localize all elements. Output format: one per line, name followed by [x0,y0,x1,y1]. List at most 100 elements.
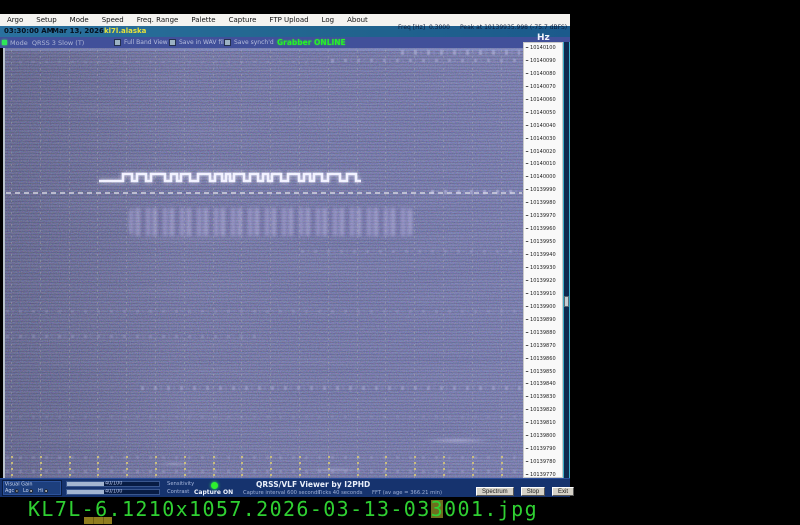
menu-item-ftp-upload[interactable]: FTP Upload [269,14,308,26]
visual-gain-panel: Visual Gain Agc Lo Hi [2,480,62,496]
freq-scale-label: 10139940 [525,251,556,258]
freq-scale-label: 10139870 [525,342,556,349]
stop-button[interactable]: Stop [520,487,546,496]
freq-scale-label: 10139920 [525,277,556,284]
contrast-slider[interactable]: 40/100 [66,489,160,495]
freq-scale-label: 10139790 [525,445,556,452]
freq-scale-label: 10139840 [525,381,556,387]
peak-readout: Peak at 10139935.998 (-75.7 dBFS) [460,24,568,31]
freq-scale-label: 10140020 [525,148,556,155]
freq-scale-label: 10139830 [525,394,556,400]
visual-gain-radio-group: Agc Lo Hi [3,488,61,494]
fft-info: FFT (av age = 366.21 min) [372,490,443,496]
bottom-control-bar: Visual Gain Agc Lo Hi 40/100 40/100 Sensit… [0,478,575,497]
radio-hi[interactable]: Hi [37,488,48,494]
fsk-cw-signal-trace [99,172,361,183]
checkbox-label: Save in WAV file [179,39,228,46]
freq-scale-label: 10140060 [525,96,556,103]
sensitivity-value: 40/100 [104,481,123,487]
status-bar: 03:30:00 AM Mar 13, 2026 kl7l.alaska Fre… [0,24,570,37]
station-id: kl7l.alaska [104,27,147,35]
spectrum-button[interactable]: Spectrum [476,487,514,496]
checkbox-box-icon [169,39,176,46]
clock-text: 03:30:00 AM [4,27,54,35]
capture-led-icon [211,482,218,489]
contrast-value: 40/100 [104,489,123,495]
frequency-scale: 10140100 10140090 10140080 10140070 10140060… [523,42,563,478]
freq-scale-label: 10139780 [525,458,556,465]
freq-scale-label: 10140070 [525,83,556,90]
sensitivity-slider-fill [67,482,104,486]
freq-scale-label: 10139770 [525,471,556,478]
checkbox-save-in-wav-file[interactable]: Save in WAV file [169,39,228,46]
checkbox-save-synch-d[interactable]: Save synch'd [224,39,274,46]
menu-item-palette[interactable]: Palette [191,14,215,26]
freq-scale-label: 10139850 [525,368,556,375]
capture-status: Capture ON [194,489,234,496]
exit-button[interactable]: Exit [552,487,575,496]
freq-scale-label: 10139860 [525,355,556,362]
radio-circle-icon [15,489,19,493]
freq-scale-label: 10139810 [525,419,556,426]
action-button-row: Spectrum Stop Exit [476,487,575,496]
scrollbar-thumb[interactable] [564,296,569,307]
freq-scale-label: 10139930 [525,264,556,271]
freq-scale-label: 10140080 [525,70,556,77]
freq-scale-label: 10140010 [525,161,556,167]
checkbox-full-band-view[interactable]: Full Band View [114,39,168,46]
freq-scale-label: 10140100 [525,44,556,51]
freq-scale-label: 10139950 [525,238,556,245]
menu-item-capture[interactable]: Capture [229,14,257,26]
ticks-info: Ticks 40 seconds [318,490,363,496]
capture-interval-info: Capture interval 600 seconds [243,490,321,496]
contrast-slider-fill [67,490,104,494]
freq-scale-label: 10139960 [525,225,556,232]
checkbox-label: Full Band View [124,39,168,46]
waterfall-display[interactable] [5,48,523,478]
freq-label: Freq [Hz] [398,24,426,31]
contrast-label: Contrast [167,489,190,495]
menu-item-argo[interactable]: Argo [7,14,23,26]
argo-app-window: Argo Setup Mode Speed Freq. Range Palette Capt… [0,0,800,525]
visual-gain-title: Visual Gain [4,481,33,488]
freq-scale-label: 10139880 [525,329,556,336]
checkbox-box-icon [224,39,231,46]
checkbox-box-icon [114,39,121,46]
radio-label: Agc [5,488,15,494]
freq-scale-label: 10140040 [525,122,556,129]
caption-artifact-block [84,517,112,524]
radio-circle-icon [29,489,34,493]
fsk-trace-path [99,172,361,183]
freq-scale-label: 10139980 [525,199,556,206]
date-text: Mar 13, 2026 [52,27,104,35]
mode-text: Mode QRSS 3 Slow (T) [10,39,84,47]
freq-scale-label: 10139900 [525,303,556,310]
freq-scale-label: 10139990 [525,186,556,193]
radio-label: Lo [23,488,29,494]
status-led-icon [2,40,7,45]
mode-label: Mode [10,39,28,47]
menu-item-speed[interactable]: Speed [102,14,124,26]
mode-value: QRSS 3 Slow (T) [31,39,85,47]
radio-circle-icon [43,489,48,493]
menu-item-setup[interactable]: Setup [36,14,56,26]
freq-readout: Freq [Hz] 0.3000 [398,24,450,31]
freq-value: 0.3000 [428,24,450,31]
frequency-scrollbar[interactable] [563,42,570,478]
radio-lo[interactable]: Lo [23,488,34,494]
menu-item-log[interactable]: Log [322,14,335,26]
freq-scale-label: 10139910 [525,290,556,297]
app-title: QRSS/VLF Viewer by I2PHD [256,480,371,489]
radio-agc[interactable]: Agc [5,488,19,494]
checkbox-label: Save synch'd [234,39,274,46]
menu-item-about[interactable]: About [347,14,368,26]
freq-scale-label: 10140050 [525,109,556,116]
freq-scale-label: 10139890 [525,316,556,323]
menu-item-mode[interactable]: Mode [70,14,89,26]
radio-label: Hi [37,488,43,494]
freq-scale-label: 10139970 [525,212,556,219]
freq-scale-label: 10139820 [525,406,556,413]
sensitivity-slider[interactable]: 40/100 [66,481,160,487]
mode-bar: Mode QRSS 3 Slow (T) Full Band View Save … [0,37,570,48]
menu-item-freq-range[interactable]: Freq. Range [137,14,179,26]
